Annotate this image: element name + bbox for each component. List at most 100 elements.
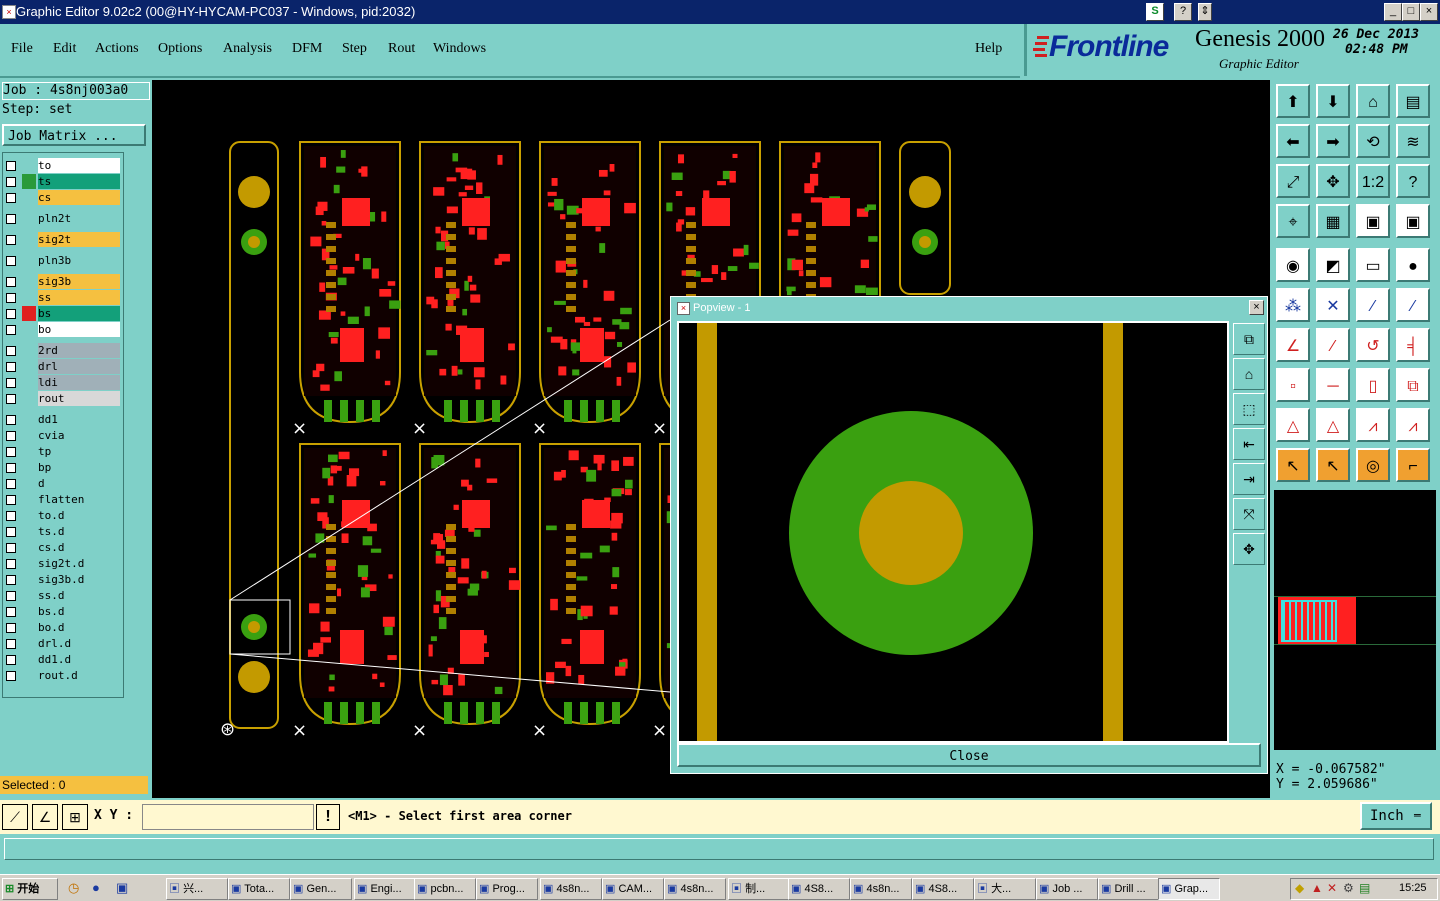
select-red-tool-icon[interactable]: ▣ — [1356, 204, 1390, 238]
layer-row-2rd[interactable]: 2rd — [4, 343, 120, 358]
layer-name[interactable]: to.d — [38, 508, 120, 523]
measure-tool-icon[interactable]: ⌖ — [1276, 204, 1310, 238]
layer-row-d[interactable]: d — [4, 476, 120, 491]
layer-color-swatch[interactable] — [22, 604, 36, 619]
layer-row-sig2t-d[interactable]: sig2t.d — [4, 556, 120, 571]
layer-name[interactable]: ts.d — [38, 524, 120, 539]
pointer-tool-icon[interactable]: ↖ — [1276, 448, 1310, 482]
layer-row-ts[interactable]: ts — [4, 174, 120, 189]
layer-row-dd1-d[interactable]: dd1.d — [4, 652, 120, 667]
layer-row-tp[interactable]: tp — [4, 444, 120, 459]
taskbar-item[interactable]: ▣ 4S8... — [912, 878, 974, 900]
home-tool-icon[interactable]: ⌂ — [1356, 84, 1390, 118]
layer-row-bs[interactable]: bs — [4, 306, 120, 321]
cut-tool-icon[interactable]: ✕ — [1316, 288, 1350, 322]
slope-tool-icon[interactable]: ⁄ — [1316, 328, 1350, 362]
layer-color-swatch[interactable] — [22, 508, 36, 523]
quicklaunch-clock-icon[interactable]: ◷ — [68, 880, 79, 896]
layer-row-dd1[interactable]: dd1 — [4, 412, 120, 427]
snap-icon[interactable]: ⟋ — [2, 804, 28, 830]
layer-checkbox[interactable] — [6, 214, 16, 224]
layer-name[interactable]: dd1.d — [38, 652, 120, 667]
layer-checkbox[interactable] — [6, 495, 16, 505]
layer-checkbox[interactable] — [6, 293, 16, 303]
layer-checkbox[interactable] — [6, 277, 16, 287]
layer-color-swatch[interactable] — [22, 232, 36, 247]
layer-checkbox[interactable] — [6, 235, 16, 245]
taskbar-item[interactable]: ▣ Job ... — [1036, 878, 1098, 900]
layer-color-swatch[interactable] — [22, 572, 36, 587]
connect-tool-icon[interactable]: ⁂ — [1276, 288, 1310, 322]
taskbar-item[interactable]: ▣ 制... — [728, 878, 790, 900]
layer-row-flatten[interactable]: flatten — [4, 492, 120, 507]
select-red-2-tool-icon[interactable]: ▣ — [1396, 204, 1430, 238]
layer-checkbox[interactable] — [6, 655, 16, 665]
layer-row-cvia[interactable]: cvia — [4, 428, 120, 443]
layer-color-swatch[interactable] — [22, 274, 36, 289]
layer-checkbox[interactable] — [6, 559, 16, 569]
layer-checkbox[interactable] — [6, 256, 16, 266]
layer-color-swatch[interactable] — [22, 322, 36, 337]
tray-icon-2[interactable]: ▲ — [1311, 881, 1323, 895]
popview-close-icon[interactable]: × — [1249, 300, 1264, 315]
move-left-tool-icon[interactable]: ⬅ — [1276, 124, 1310, 158]
draw-tool-icon[interactable]: ◩ — [1316, 248, 1350, 282]
ruler-tool-icon[interactable]: ▭ — [1356, 248, 1390, 282]
taskbar-item[interactable]: ▣ 4s8n... — [664, 878, 726, 900]
layer-checkbox[interactable] — [6, 177, 16, 187]
popview-window[interactable]: × Popview - 1 × ⧉ ⌂ ⬚ ⇤ ⇥ ⤧ ✥ Close — [670, 296, 1268, 774]
arc-tool-icon[interactable]: ↺ — [1356, 328, 1390, 362]
layer-name[interactable]: ts — [38, 174, 120, 189]
menu-file[interactable]: File — [11, 41, 33, 57]
tray-icon-4[interactable]: ⚙ — [1343, 881, 1354, 895]
layer-checkbox[interactable] — [6, 511, 16, 521]
s-tray-icon[interactable]: S — [1146, 3, 1164, 21]
layer-color-swatch[interactable] — [22, 158, 36, 173]
pop-center-button[interactable]: ✥ — [1233, 533, 1265, 565]
layer-row-bo-d[interactable]: bo.d — [4, 620, 120, 635]
layer-color-swatch[interactable] — [22, 428, 36, 443]
triangle-2-tool-icon[interactable]: △ — [1316, 408, 1350, 442]
popview-title-bar[interactable]: × Popview - 1 × — [671, 297, 1267, 319]
layer-color-swatch[interactable] — [22, 620, 36, 635]
pop-pan-button[interactable]: ⇥ — [1233, 463, 1265, 495]
layer-checkbox[interactable] — [6, 325, 16, 335]
layer-name[interactable]: drl.d — [38, 636, 120, 651]
layer-row-bs-d[interactable]: bs.d — [4, 604, 120, 619]
center-tool-icon[interactable]: ✥ — [1316, 164, 1350, 198]
layer-checkbox[interactable] — [6, 193, 16, 203]
layer-checkbox[interactable] — [6, 309, 16, 319]
scroll-icon[interactable]: ⇕ — [1198, 3, 1212, 21]
layer-name[interactable]: rout — [38, 391, 120, 406]
layer-name[interactable]: 2rd — [38, 343, 120, 358]
layer-color-swatch[interactable] — [22, 190, 36, 205]
taskbar-item[interactable]: ▣ Grap... — [1158, 878, 1220, 900]
layer-row-pln2t[interactable]: pln2t — [4, 211, 120, 226]
quicklaunch-desktop-icon[interactable]: ▣ — [116, 880, 128, 896]
line-dot-tool-icon[interactable]: ⁄ — [1356, 288, 1390, 322]
taskbar-item[interactable]: ▣ pcbn... — [414, 878, 476, 900]
menu-actions[interactable]: Actions — [95, 41, 139, 57]
layer-row-drl[interactable]: drl — [4, 359, 120, 374]
layer-color-swatch[interactable] — [22, 391, 36, 406]
layer-name[interactable]: pln3b — [38, 253, 120, 268]
taskbar-item[interactable]: ▣ 4s8n... — [540, 878, 602, 900]
layer-row-cs-d[interactable]: cs.d — [4, 540, 120, 555]
layer-row-ss-d[interactable]: ss.d — [4, 588, 120, 603]
rotate-tool-icon[interactable]: ⟲ — [1356, 124, 1390, 158]
start-button[interactable]: ⊞ 开始 — [2, 878, 58, 900]
pop-zoom-out-button[interactable]: ⇤ — [1233, 428, 1265, 460]
help-icon[interactable]: ? — [1174, 3, 1192, 21]
taskbar-item[interactable]: ▣ CAM... — [602, 878, 664, 900]
menu-rout[interactable]: Rout — [388, 41, 415, 57]
layer-color-swatch[interactable] — [22, 174, 36, 189]
pad-tool-icon[interactable]: ◉ — [1276, 248, 1310, 282]
window-title-bar[interactable]: × Graphic Editor 9.02c2 (00@HY-HYCAM-PC0… — [0, 0, 1440, 24]
pop-fit-button[interactable]: ⤧ — [1233, 498, 1265, 530]
xy-input[interactable] — [142, 804, 314, 830]
layer-color-swatch[interactable] — [22, 476, 36, 491]
layer-name[interactable]: bo — [38, 322, 120, 337]
layer-name[interactable]: pln2t — [38, 211, 120, 226]
triangle-1-tool-icon[interactable]: △ — [1276, 408, 1310, 442]
taskbar-item[interactable]: ▣ 大... — [974, 878, 1036, 900]
